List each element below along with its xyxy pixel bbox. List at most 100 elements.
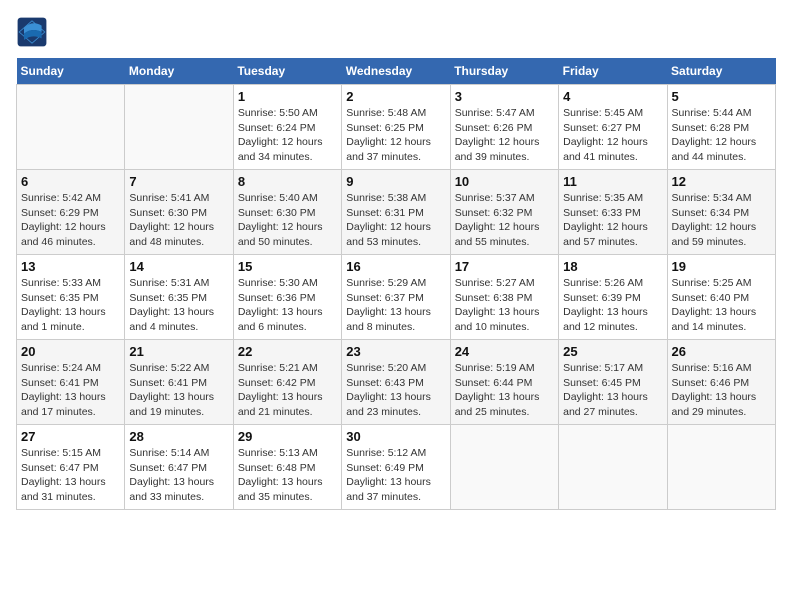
day-detail: Sunrise: 5:14 AM Sunset: 6:47 PM Dayligh… — [129, 446, 228, 505]
calendar-cell: 6 Sunrise: 5:42 AM Sunset: 6:29 PM Daylig… — [17, 170, 125, 255]
calendar-cell: 5 Sunrise: 5:44 AM Sunset: 6:28 PM Daylig… — [667, 85, 775, 170]
day-number: 15 — [238, 259, 337, 274]
day-detail: Sunrise: 5:24 AM Sunset: 6:41 PM Dayligh… — [21, 361, 120, 420]
col-header-friday: Friday — [559, 58, 667, 85]
day-detail: Sunrise: 5:45 AM Sunset: 6:27 PM Dayligh… — [563, 106, 662, 165]
calendar-cell: 18Sunrise: 5:26 AM Sunset: 6:39 PM Dayli… — [559, 255, 667, 340]
day-number: 26 — [672, 344, 771, 359]
day-detail: Sunrise: 5:47 AM Sunset: 6:26 PM Dayligh… — [455, 106, 554, 165]
day-detail: Sunrise: 5:50 AM Sunset: 6:24 PM Dayligh… — [238, 106, 337, 165]
col-header-tuesday: Tuesday — [233, 58, 341, 85]
calendar-cell: 19Sunrise: 5:25 AM Sunset: 6:40 PM Dayli… — [667, 255, 775, 340]
day-number: 28 — [129, 429, 228, 444]
day-detail: Sunrise: 5:16 AM Sunset: 6:46 PM Dayligh… — [672, 361, 771, 420]
calendar-cell: 23 Sunrise: 5:20 AM Sunset: 6:43 PM Dayli… — [342, 340, 450, 425]
calendar-cell — [17, 85, 125, 170]
calendar-cell: 26 Sunrise: 5:16 AM Sunset: 6:46 PM Dayli… — [667, 340, 775, 425]
calendar-cell: 13 Sunrise: 5:33 AM Sunset: 6:35 PM Dayli… — [17, 255, 125, 340]
calendar-cell — [559, 425, 667, 510]
day-number: 29 — [238, 429, 337, 444]
calendar-cell: 8 Sunrise: 5:40 AM Sunset: 6:30 PM Daylig… — [233, 170, 341, 255]
calendar-cell: 10 Sunrise: 5:37 AM Sunset: 6:32 PM Dayli… — [450, 170, 558, 255]
calendar-cell: 15 Sunrise: 5:30 AM Sunset: 6:36 PM Dayli… — [233, 255, 341, 340]
day-detail: Sunrise: 5:30 AM Sunset: 6:36 PM Dayligh… — [238, 276, 337, 335]
day-number: 11 — [563, 174, 662, 189]
day-number: 23 — [346, 344, 445, 359]
day-number: 9 — [346, 174, 445, 189]
day-detail: Sunrise: 5:22 AM Sunset: 6:41 PM Dayligh… — [129, 361, 228, 420]
calendar-cell: 30 Sunrise: 5:12 AM Sunset: 6:49 PM Dayli… — [342, 425, 450, 510]
calendar-cell: 7Sunrise: 5:41 AM Sunset: 6:30 PM Daylig… — [125, 170, 233, 255]
day-detail: Sunrise: 5:44 AM Sunset: 6:28 PM Dayligh… — [672, 106, 771, 165]
day-number: 25 — [563, 344, 662, 359]
col-header-wednesday: Wednesday — [342, 58, 450, 85]
calendar-cell: 3 Sunrise: 5:47 AM Sunset: 6:26 PM Daylig… — [450, 85, 558, 170]
col-header-thursday: Thursday — [450, 58, 558, 85]
calendar-cell: 24 Sunrise: 5:19 AM Sunset: 6:44 PM Dayli… — [450, 340, 558, 425]
day-detail: Sunrise: 5:20 AM Sunset: 6:43 PM Dayligh… — [346, 361, 445, 420]
day-detail: Sunrise: 5:13 AM Sunset: 6:48 PM Dayligh… — [238, 446, 337, 505]
day-number: 27 — [21, 429, 120, 444]
day-number: 3 — [455, 89, 554, 104]
day-number: 30 — [346, 429, 445, 444]
calendar-cell: 4 Sunrise: 5:45 AM Sunset: 6:27 PM Daylig… — [559, 85, 667, 170]
calendar-cell: 25Sunrise: 5:17 AM Sunset: 6:45 PM Dayli… — [559, 340, 667, 425]
day-number: 5 — [672, 89, 771, 104]
day-number: 24 — [455, 344, 554, 359]
logo — [16, 16, 52, 48]
day-number: 22 — [238, 344, 337, 359]
calendar-week-row: 6 Sunrise: 5:42 AM Sunset: 6:29 PM Daylig… — [17, 170, 776, 255]
calendar-cell: 21 Sunrise: 5:22 AM Sunset: 6:41 PM Dayli… — [125, 340, 233, 425]
day-number: 19 — [672, 259, 771, 274]
day-detail: Sunrise: 5:33 AM Sunset: 6:35 PM Dayligh… — [21, 276, 120, 335]
day-detail: Sunrise: 5:35 AM Sunset: 6:33 PM Dayligh… — [563, 191, 662, 250]
calendar-cell — [450, 425, 558, 510]
calendar-cell: 27 Sunrise: 5:15 AM Sunset: 6:47 PM Dayli… — [17, 425, 125, 510]
calendar-cell: 28 Sunrise: 5:14 AM Sunset: 6:47 PM Dayli… — [125, 425, 233, 510]
calendar-cell: 22 Sunrise: 5:21 AM Sunset: 6:42 PM Dayli… — [233, 340, 341, 425]
day-number: 14 — [129, 259, 228, 274]
day-detail: Sunrise: 5:15 AM Sunset: 6:47 PM Dayligh… — [21, 446, 120, 505]
calendar-cell — [125, 85, 233, 170]
day-detail: Sunrise: 5:34 AM Sunset: 6:34 PM Dayligh… — [672, 191, 771, 250]
calendar-week-row: 20Sunrise: 5:24 AM Sunset: 6:41 PM Dayli… — [17, 340, 776, 425]
day-detail: Sunrise: 5:21 AM Sunset: 6:42 PM Dayligh… — [238, 361, 337, 420]
day-number: 16 — [346, 259, 445, 274]
calendar-cell: 17 Sunrise: 5:27 AM Sunset: 6:38 PM Dayli… — [450, 255, 558, 340]
day-detail: Sunrise: 5:29 AM Sunset: 6:37 PM Dayligh… — [346, 276, 445, 335]
day-detail: Sunrise: 5:12 AM Sunset: 6:49 PM Dayligh… — [346, 446, 445, 505]
col-header-saturday: Saturday — [667, 58, 775, 85]
calendar-week-row: 1 Sunrise: 5:50 AM Sunset: 6:24 PM Daylig… — [17, 85, 776, 170]
calendar-header-row: SundayMondayTuesdayWednesdayThursdayFrid… — [17, 58, 776, 85]
calendar-cell: 16 Sunrise: 5:29 AM Sunset: 6:37 PM Dayli… — [342, 255, 450, 340]
day-detail: Sunrise: 5:40 AM Sunset: 6:30 PM Dayligh… — [238, 191, 337, 250]
calendar-cell: 9 Sunrise: 5:38 AM Sunset: 6:31 PM Daylig… — [342, 170, 450, 255]
day-number: 10 — [455, 174, 554, 189]
day-number: 13 — [21, 259, 120, 274]
day-number: 1 — [238, 89, 337, 104]
day-detail: Sunrise: 5:37 AM Sunset: 6:32 PM Dayligh… — [455, 191, 554, 250]
day-number: 21 — [129, 344, 228, 359]
day-number: 6 — [21, 174, 120, 189]
day-number: 4 — [563, 89, 662, 104]
col-header-sunday: Sunday — [17, 58, 125, 85]
day-detail: Sunrise: 5:38 AM Sunset: 6:31 PM Dayligh… — [346, 191, 445, 250]
calendar-cell — [667, 425, 775, 510]
day-number: 17 — [455, 259, 554, 274]
day-detail: Sunrise: 5:27 AM Sunset: 6:38 PM Dayligh… — [455, 276, 554, 335]
calendar-cell: 2Sunrise: 5:48 AM Sunset: 6:25 PM Daylig… — [342, 85, 450, 170]
calendar-cell: 29 Sunrise: 5:13 AM Sunset: 6:48 PM Dayli… — [233, 425, 341, 510]
day-detail: Sunrise: 5:19 AM Sunset: 6:44 PM Dayligh… — [455, 361, 554, 420]
calendar-week-row: 27 Sunrise: 5:15 AM Sunset: 6:47 PM Dayli… — [17, 425, 776, 510]
header — [16, 16, 776, 48]
day-detail: Sunrise: 5:26 AM Sunset: 6:39 PM Dayligh… — [563, 276, 662, 335]
day-number: 8 — [238, 174, 337, 189]
calendar-cell: 12 Sunrise: 5:34 AM Sunset: 6:34 PM Dayli… — [667, 170, 775, 255]
day-number: 12 — [672, 174, 771, 189]
calendar-cell: 14Sunrise: 5:31 AM Sunset: 6:35 PM Dayli… — [125, 255, 233, 340]
calendar-table: SundayMondayTuesdayWednesdayThursdayFrid… — [16, 58, 776, 510]
day-detail: Sunrise: 5:42 AM Sunset: 6:29 PM Dayligh… — [21, 191, 120, 250]
calendar-cell: 20Sunrise: 5:24 AM Sunset: 6:41 PM Dayli… — [17, 340, 125, 425]
day-detail: Sunrise: 5:41 AM Sunset: 6:30 PM Dayligh… — [129, 191, 228, 250]
calendar-cell: 1 Sunrise: 5:50 AM Sunset: 6:24 PM Daylig… — [233, 85, 341, 170]
